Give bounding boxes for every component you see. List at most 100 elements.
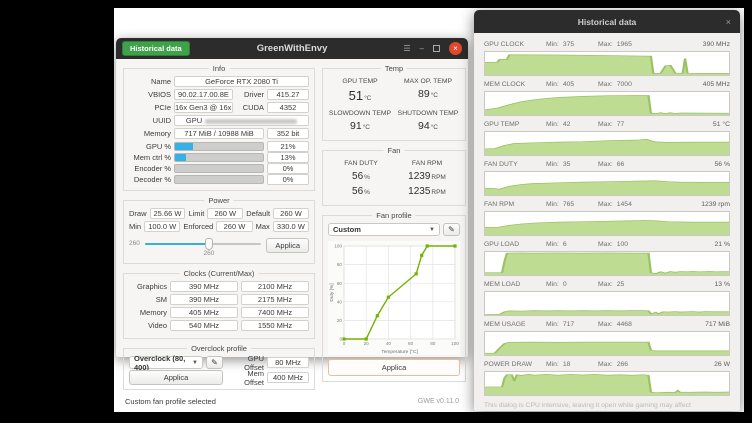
temp-value: 91 — [350, 120, 362, 132]
decoder-usage-row: Decoder %0% — [129, 174, 309, 185]
max-label: Max: — [598, 321, 613, 328]
power-section-title: Power — [204, 196, 233, 205]
historical-chart-plot — [484, 291, 730, 316]
temp-item-label: SHUTDOWN TEMP — [396, 110, 460, 117]
power-field-label: Min — [129, 222, 141, 231]
historical-chart-power-draw: POWER DRAWMin:18Max:26626 W — [484, 359, 730, 396]
maximize-icon[interactable] — [433, 45, 440, 52]
main-body: Info Name GeForce RTX 2080 Ti VBIOS 90.0… — [116, 59, 468, 393]
fan-value-unit: RPM — [431, 189, 445, 196]
temp-item-label: MAX OP. TEMP — [396, 78, 460, 85]
overclock-apply-button[interactable]: Applica — [129, 370, 223, 385]
mem-ctrl-usage-row: Mem ctrl %13% — [129, 152, 309, 163]
cuda-label: CUDA — [236, 103, 264, 112]
decoder-usage-label: Decoder % — [129, 175, 171, 184]
historical-chart-max: Max:4468 — [598, 321, 660, 328]
mem-ctrl-usage-bar — [174, 153, 264, 162]
temp-unit: °C — [363, 124, 370, 131]
mem-offset-field: 400 MHz — [267, 372, 309, 383]
min-value: 717 — [563, 321, 574, 328]
uuid-label: UUID — [129, 116, 171, 125]
svg-text:60: 60 — [337, 281, 343, 286]
decoder-usage-bar — [174, 175, 264, 184]
power-field-value: 260 W — [273, 208, 309, 219]
main-titlebar: Historical data GreenWithEnvy ☰ – × — [116, 38, 468, 59]
close-icon[interactable]: × — [726, 17, 731, 27]
historical-chart-header: GPU CLOCKMin:375Max:1965390 MHz — [484, 39, 730, 49]
svg-text:80: 80 — [337, 262, 343, 267]
clock-label: Video — [129, 321, 167, 330]
vbios-label: VBIOS — [129, 90, 171, 99]
historical-chart-header: FAN RPMMin:765Max:14541239 rpm — [484, 199, 730, 209]
historical-chart-name: FAN DUTY — [484, 161, 546, 168]
power-apply-button[interactable]: Applica — [266, 238, 309, 253]
app-version: GWE v0.11.0 — [418, 398, 459, 405]
fan-value-number: 56 — [352, 186, 363, 197]
clocks-section: Clocks (Current/Max) Graphics390 MHz2100… — [123, 273, 315, 339]
menu-icon[interactable]: ☰ — [403, 45, 410, 53]
historical-data-button[interactable]: Historical data — [122, 41, 190, 56]
power-field-label: Default — [246, 209, 270, 218]
power-field-label: Enforced — [183, 222, 213, 231]
min-label: Min: — [546, 81, 559, 88]
min-label: Min: — [546, 281, 559, 288]
historical-chart-max: Max:7000 — [598, 81, 660, 88]
svg-text:20: 20 — [337, 318, 343, 323]
historical-chart-current: 13 % — [660, 281, 730, 288]
close-icon[interactable]: × — [449, 42, 462, 55]
min-value: 6 — [563, 241, 567, 248]
historical-chart-max: Max:1454 — [598, 201, 660, 208]
fan-profile-apply-button[interactable]: Applica — [328, 359, 460, 376]
fan-profile-section: Fan profile Custom ▼ ✎ 02040608010002040… — [322, 215, 466, 382]
historical-chart-plot — [484, 51, 730, 76]
historical-chart-min: Min:35 — [546, 161, 598, 168]
historical-chart-plot — [484, 171, 730, 196]
clock-label: Graphics — [129, 282, 167, 291]
slider-handle[interactable] — [205, 238, 213, 250]
min-value: 765 — [563, 201, 574, 208]
historical-body: GPU CLOCKMin:375Max:1965390 MHz MEM CLOCK… — [474, 33, 740, 411]
min-label: Min: — [546, 121, 559, 128]
fan-value-number: 1235 — [408, 186, 430, 197]
fan-profile-select[interactable]: Custom ▼ — [328, 223, 440, 236]
power-limit-slider[interactable]: 260 — [145, 238, 262, 256]
historical-chart-min: Min:375 — [546, 41, 598, 48]
max-value: 100 — [617, 241, 628, 248]
fan-value-number: 1239 — [408, 171, 430, 182]
historical-chart-name: FAN RPM — [484, 201, 546, 208]
mem-offset-label: Mem Offset — [226, 369, 264, 387]
clock-max-field: 2100 MHz — [241, 281, 309, 292]
clock-max-field: 1550 MHz — [241, 320, 309, 331]
min-label: Min: — [546, 241, 559, 248]
historical-chart-min: Min: 6 — [546, 241, 598, 248]
gpu-usage-bar-fill — [175, 143, 193, 150]
historical-chart-header: GPU TEMPMin:42Max:7751 °C — [484, 119, 730, 129]
temp-unit: °C — [431, 92, 438, 99]
uuid-field: GPU — [174, 115, 309, 126]
svg-text:100: 100 — [451, 341, 459, 346]
power-field-value: 260 W — [216, 221, 252, 232]
clock-max-field: 2175 MHz — [241, 294, 309, 305]
historical-chart-mem-clock: MEM CLOCKMin:405Max:7000405 MHz — [484, 79, 730, 116]
temp-value: 94 — [418, 120, 430, 132]
historical-chart-name: MEM CLOCK — [484, 81, 546, 88]
minimize-icon[interactable]: – — [420, 45, 424, 53]
status-bar: Custom fan profile selected GWE v0.11.0 — [116, 393, 468, 412]
temp-item: SHUTDOWN TEMP94°C — [396, 110, 460, 132]
max-label: Max: — [598, 361, 613, 368]
edit-fan-profile-icon[interactable]: ✎ — [443, 223, 460, 236]
temp-item-value: 89°C — [396, 88, 460, 100]
historical-chart-plot — [484, 251, 730, 276]
svg-text:60: 60 — [408, 341, 414, 346]
chevron-down-icon: ▼ — [429, 227, 435, 233]
svg-text:40: 40 — [386, 341, 392, 346]
temp-value: 89 — [418, 88, 430, 100]
power-field-value: 25.66 W — [150, 208, 186, 219]
historical-chart-current: 56 % — [660, 161, 730, 168]
edit-overclock-profile-icon[interactable]: ✎ — [206, 356, 223, 369]
min-value: 42 — [563, 121, 571, 128]
power-field-value: 330.0 W — [273, 221, 309, 232]
historical-chart-current: 51 °C — [660, 121, 730, 128]
overclock-profile-select[interactable]: Overclock (80, 400) ▼ — [129, 356, 203, 369]
vbios-field: 90.02.17.00.8E — [174, 89, 233, 100]
